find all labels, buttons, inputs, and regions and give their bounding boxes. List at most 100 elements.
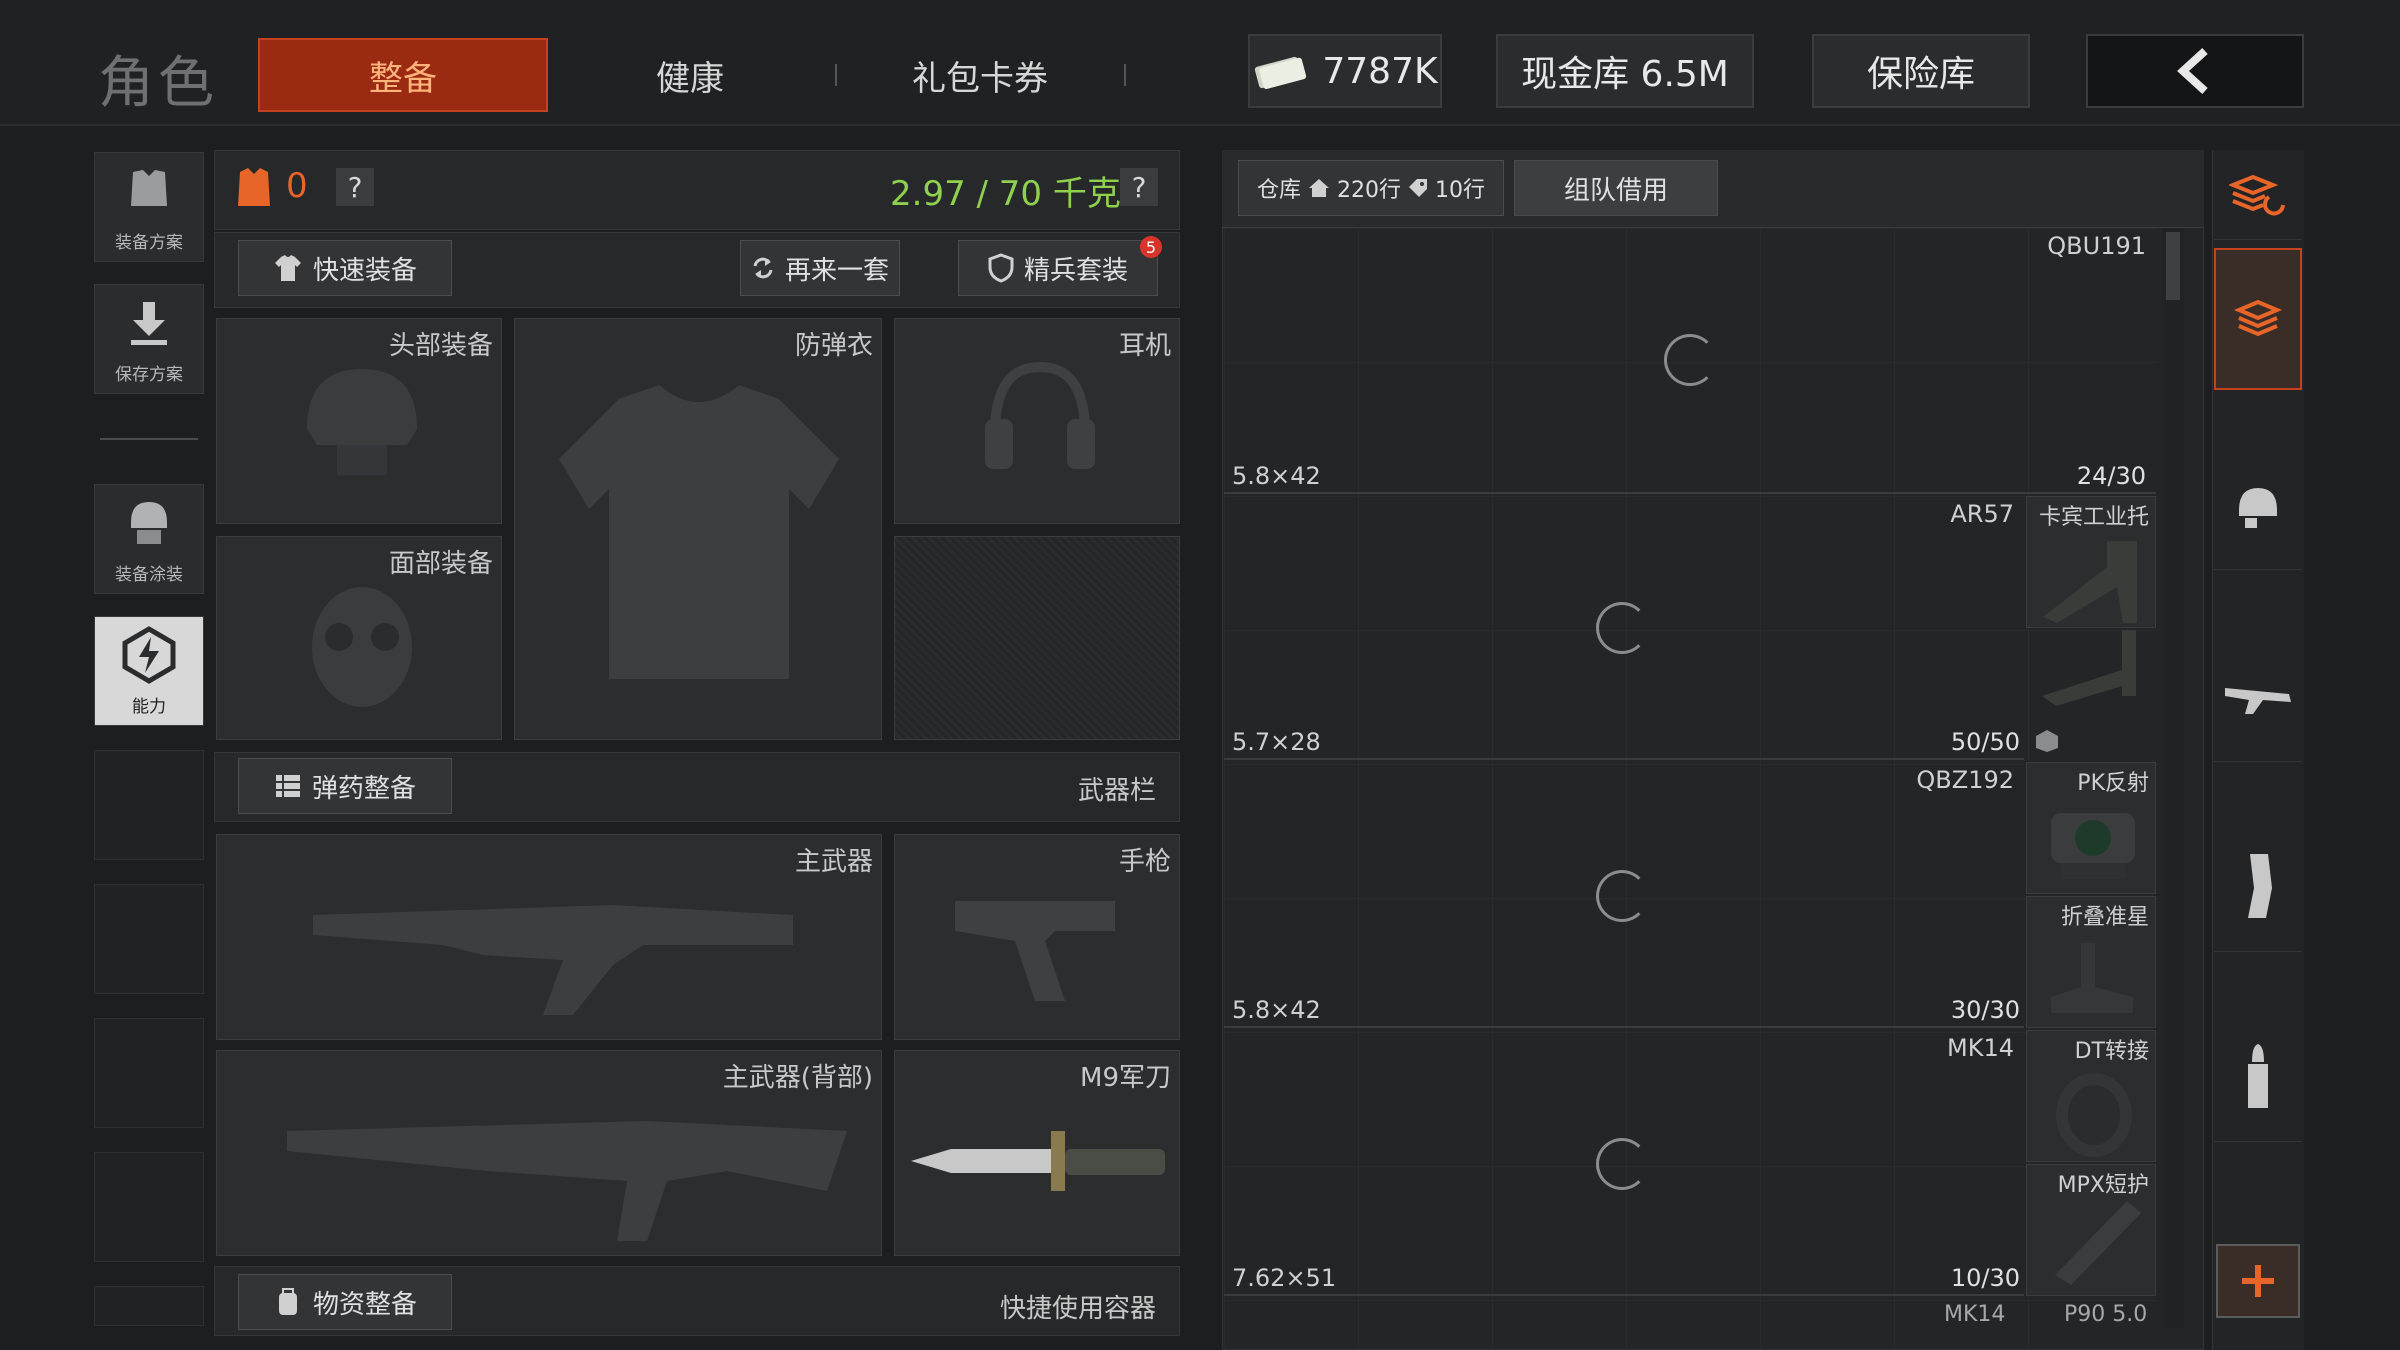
equip-again-button[interactable]: 再来一套: [740, 240, 900, 296]
helmet-paint-icon: [131, 501, 167, 544]
headset-icon: [985, 361, 1095, 469]
weapon-bar-label: 武器栏: [1078, 776, 1157, 806]
tab-equip[interactable]: 整备: [258, 38, 548, 112]
headset-slot[interactable]: 耳机: [894, 318, 1180, 524]
attachment-reflex-sight[interactable]: PK反射: [2026, 762, 2156, 894]
category-weapons[interactable]: [2214, 632, 2302, 762]
warehouse-tab[interactable]: 仓库 220行 10行: [1238, 160, 1504, 216]
primary-back-weapon-slot[interactable]: 主武器(背部): [216, 1050, 882, 1256]
knife-icon: [911, 1131, 1165, 1191]
warehouse-home-rows: 220行: [1337, 178, 1401, 203]
armor-vest-icon: [238, 168, 270, 206]
ability-bolt-icon: [122, 625, 176, 684]
nav-label: 装备方案: [115, 233, 183, 253]
slot-label: 防弹衣: [794, 331, 873, 361]
attachment-mpx-handguard[interactable]: MPX短护: [2026, 1164, 2156, 1296]
tab-health[interactable]: 健康: [600, 38, 780, 112]
weapon-caliber: 7.62×51: [1232, 1264, 1337, 1292]
stack-refresh-icon: [2229, 174, 2285, 215]
slot-label: M9军刀: [1080, 1063, 1171, 1093]
cube-icon: [2036, 730, 2058, 752]
tab-divider: [1124, 64, 1126, 86]
warehouse-item-partial[interactable]: MK14 P90 5.0: [1224, 1298, 2156, 1350]
ammo-prep-label: 弹药整备: [311, 773, 416, 804]
nav-equip-paint[interactable]: 装备涂装: [94, 484, 204, 594]
nav-empty-slot: [94, 1152, 204, 1262]
body-armor-slot[interactable]: 防弹衣: [514, 318, 882, 740]
shield-icon: [988, 253, 1014, 283]
armor-count: 0: [286, 166, 308, 206]
cash-vault-button[interactable]: 现金库 6.5M: [1496, 34, 1754, 108]
gas-mask-icon: [312, 587, 412, 707]
back-button[interactable]: [2086, 34, 2304, 108]
face-gear-slot[interactable]: 面部装备: [216, 536, 502, 740]
attachment-name: 卡宾工业托: [2038, 505, 2149, 530]
attachment-stock[interactable]: 卡宾工业托: [2026, 496, 2156, 628]
supply-prep-button[interactable]: 物资整备: [238, 1274, 452, 1330]
nav-ability[interactable]: 能力: [94, 616, 204, 726]
primary-weapon-slot[interactable]: 主武器: [216, 834, 882, 1040]
category-armor[interactable]: [2214, 440, 2302, 570]
warehouse-item-qbz192[interactable]: QBZ192 5.8×42 30/30: [1224, 762, 2024, 1028]
ammo-list-icon: [275, 775, 300, 797]
nav-equip-plan[interactable]: 装备方案: [94, 152, 204, 262]
slot-label: 手枪: [1118, 847, 1171, 877]
loading-spinner-icon: [1664, 334, 1716, 386]
weight-display: 2.97 / 70 千克: [890, 174, 1121, 214]
slot-label: 主武器: [794, 847, 873, 877]
nav-save-plan[interactable]: 保存方案: [94, 284, 204, 394]
money-display[interactable]: 7787K: [1248, 34, 1442, 108]
weapon-caliber: 5.7×28: [1232, 728, 1321, 756]
warehouse-scrollbar-thumb[interactable]: [2166, 232, 2180, 300]
nav-label: 保存方案: [115, 365, 183, 385]
nav-empty-slot: [94, 1018, 204, 1128]
attachment-folding-sight[interactable]: 折叠准星: [2026, 896, 2156, 1028]
handguard-icon: [2055, 1201, 2141, 1285]
warehouse-item-qbu191[interactable]: QBU191 5.8×42 24/30: [1224, 228, 2156, 494]
ammo-prep-button[interactable]: 弹药整备: [238, 758, 452, 814]
quick-container-label: 快捷使用容器: [1000, 1294, 1157, 1324]
knife-slot[interactable]: M9军刀: [894, 1050, 1180, 1256]
warehouse-tab-label: 仓库: [1256, 178, 1301, 203]
loading-spinner-icon: [1596, 870, 1648, 922]
tag-icon: [1409, 179, 1427, 197]
quick-equip-button[interactable]: 快速装备: [238, 240, 452, 296]
attachment-stock-lower[interactable]: [2026, 628, 2156, 758]
slot-label: 耳机: [1118, 331, 1171, 361]
notification-badge: 5: [1140, 236, 1162, 258]
warehouse-scrollbar-track[interactable]: [2162, 228, 2184, 1328]
stack-layers-icon: [2233, 299, 2283, 337]
loading-spinner-icon: [1596, 602, 1648, 654]
rifle-category-icon: [2225, 687, 2291, 714]
equip-again-label: 再来一套: [784, 255, 889, 286]
helmet-icon: [307, 369, 417, 475]
pistol-slot[interactable]: 手枪: [894, 834, 1180, 1040]
elite-set-label: 精兵套装: [1023, 255, 1128, 286]
refresh-icon: [753, 257, 773, 279]
supply-prep-label: 物资整备: [312, 1289, 417, 1320]
team-borrow-button[interactable]: 组队借用: [1514, 160, 1718, 216]
weight-help-button[interactable]: ?: [1120, 168, 1158, 206]
slot-label: 面部装备: [388, 549, 493, 579]
attachment-dt-adapter[interactable]: DT转接: [2026, 1030, 2156, 1162]
warehouse-tag-rows: 10行: [1435, 178, 1485, 203]
weapon-name: QBU191: [2047, 232, 2146, 260]
category-magazines[interactable]: [2214, 822, 2302, 952]
elite-set-button[interactable]: 精兵套装: [958, 240, 1158, 296]
plus-icon: [2242, 1265, 2274, 1297]
head-gear-slot[interactable]: 头部装备: [216, 318, 502, 524]
tab-gift-cards[interactable]: 礼包卡券: [880, 38, 1080, 112]
shirt-icon: [274, 255, 301, 281]
backpack-icon: [278, 1288, 297, 1315]
category-ammo[interactable]: [2214, 1012, 2302, 1142]
safe-box-button[interactable]: 保险库: [1812, 34, 2030, 108]
warehouse-item-ar57[interactable]: AR57 5.7×28 50/50: [1224, 496, 2024, 760]
nav-empty-slot: [94, 750, 204, 860]
category-all[interactable]: [2214, 248, 2302, 390]
warehouse-item-mk14[interactable]: MK14 7.62×51 10/30: [1224, 1030, 2024, 1296]
tab-divider: [835, 64, 837, 86]
category-stack-refresh[interactable]: [2214, 150, 2302, 240]
weapon-name: QBZ192: [1916, 766, 2014, 794]
add-button[interactable]: [2216, 1244, 2300, 1318]
help-button[interactable]: ?: [336, 168, 374, 206]
